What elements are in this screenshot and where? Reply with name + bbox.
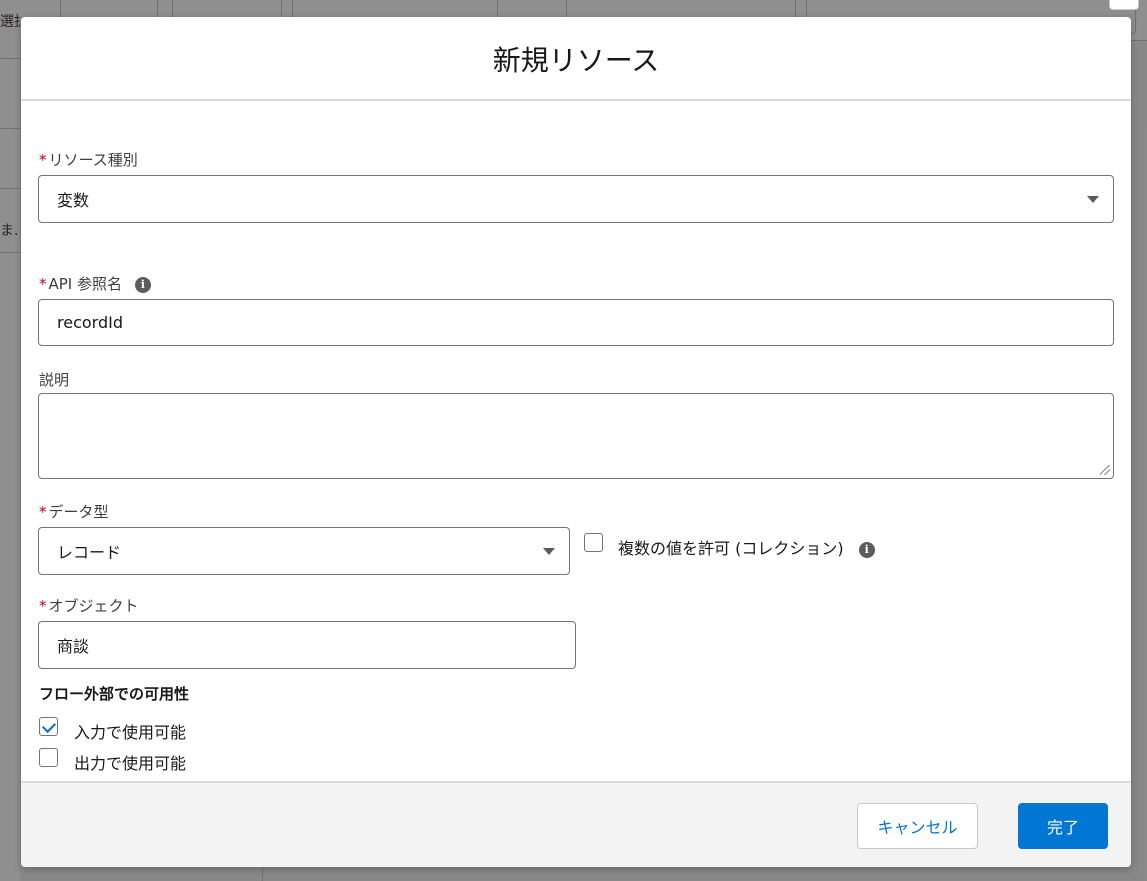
required-asterisk: * bbox=[39, 275, 47, 293]
new-resource-modal: 新規リソース * リソース種別 変数 * API 参照名 i recordId 説明… bbox=[21, 17, 1131, 867]
modal-footer: キャンセル 完了 bbox=[21, 781, 1131, 867]
description-textarea[interactable] bbox=[38, 393, 1114, 479]
modal-header: 新規リソース bbox=[21, 17, 1131, 101]
modal-title: 新規リソース bbox=[492, 44, 660, 77]
chevron-down-icon bbox=[543, 548, 555, 555]
object-label-text: オブジェクト bbox=[48, 597, 139, 615]
required-asterisk: * bbox=[39, 597, 47, 615]
allow-multiple-checkbox[interactable] bbox=[584, 533, 603, 552]
modal-body: * リソース種別 変数 * API 参照名 i recordId 説明 * データ型 … bbox=[21, 101, 1131, 781]
resource-type-value: 変数 bbox=[57, 191, 90, 210]
info-icon[interactable]: i bbox=[134, 276, 151, 293]
allow-multiple-label-text: 複数の値を許可 (コレクション) bbox=[618, 539, 844, 558]
api-name-label-text: API 参照名 bbox=[48, 275, 123, 293]
available-input-checkbox[interactable] bbox=[39, 717, 58, 736]
allow-multiple-label[interactable]: 複数の値を許可 (コレクション) i bbox=[618, 535, 875, 559]
chevron-down-icon bbox=[1087, 196, 1099, 203]
data-type-select[interactable]: レコード bbox=[38, 527, 570, 575]
available-output-checkbox[interactable] bbox=[39, 748, 58, 767]
availability-section-title: フロー外部での可用性 bbox=[39, 685, 190, 703]
description-label: 説明 bbox=[39, 371, 70, 389]
info-icon[interactable]: i bbox=[858, 541, 875, 558]
api-name-label: * API 参照名 i bbox=[39, 273, 151, 294]
data-type-label-text: データ型 bbox=[48, 503, 109, 521]
resource-type-select[interactable]: 変数 bbox=[38, 175, 1114, 223]
api-name-input[interactable]: recordId bbox=[38, 299, 1114, 346]
resize-handle-icon[interactable] bbox=[1100, 465, 1110, 475]
api-name-value: recordId bbox=[57, 313, 123, 332]
available-input-label[interactable]: 入力で使用可能 bbox=[74, 719, 186, 743]
object-input[interactable]: 商談 bbox=[38, 621, 576, 669]
checkmark-icon bbox=[41, 718, 57, 734]
data-type-value: レコード bbox=[57, 543, 122, 562]
resource-type-label: * リソース種別 bbox=[39, 149, 138, 170]
object-value: 商談 bbox=[57, 637, 90, 656]
cancel-button[interactable]: キャンセル bbox=[857, 803, 978, 849]
required-asterisk: * bbox=[39, 151, 47, 169]
done-button[interactable]: 完了 bbox=[1018, 803, 1108, 849]
resource-type-label-text: リソース種別 bbox=[48, 151, 138, 169]
object-label: * オブジェクト bbox=[39, 595, 139, 616]
background-corner-button bbox=[1109, 0, 1139, 10]
available-output-label[interactable]: 出力で使用可能 bbox=[74, 750, 186, 774]
required-asterisk: * bbox=[39, 503, 47, 521]
data-type-label: * データ型 bbox=[39, 501, 109, 522]
